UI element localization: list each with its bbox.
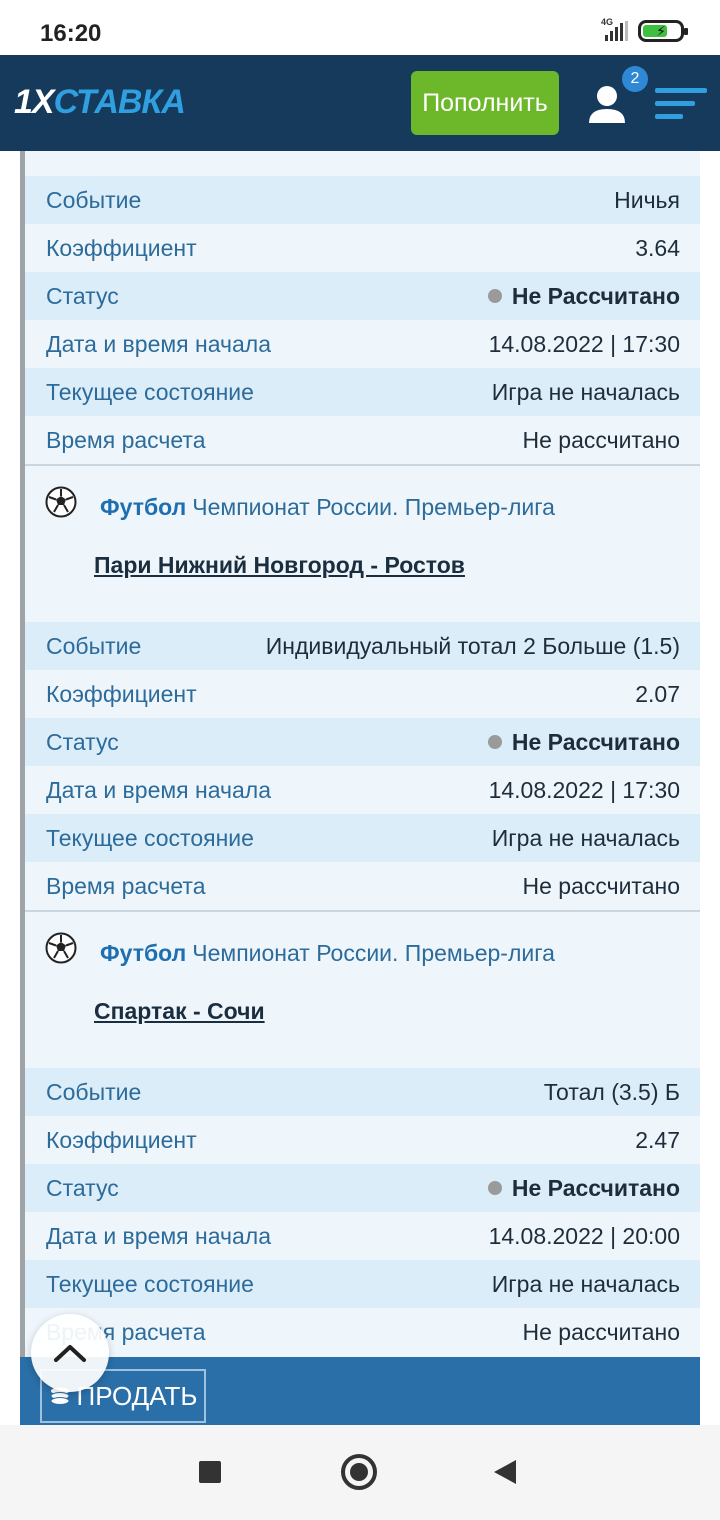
- status-dot-icon: [487, 1181, 502, 1195]
- recent-apps-icon[interactable]: [199, 1461, 221, 1483]
- status-dot-icon: [487, 735, 502, 749]
- event-header: Футбол Чемпионат России. Премьер-лига Пар…: [25, 466, 700, 622]
- chevron-up-icon: [54, 1345, 86, 1362]
- detail-row-status: Статус Не Рассчитано: [25, 272, 700, 320]
- sell-label: ПРОДАТЬ: [76, 1380, 198, 1411]
- league-line: Футбол Чемпионат России. Премьер-лига: [100, 940, 555, 966]
- battery-icon: ⚡: [638, 20, 688, 42]
- system-status-bar: 16:20 4G ⚡: [0, 0, 720, 55]
- detail-row-state: Текущее состояние Игра не началась: [25, 814, 700, 862]
- logo[interactable]: 1XСТАВКА: [14, 83, 186, 122]
- match-link[interactable]: Пари Нижний Новгород - Ростов: [94, 552, 465, 579]
- back-icon[interactable]: [494, 1460, 516, 1484]
- detail-row-event: Событие Ничья: [25, 176, 700, 224]
- league-line: Футбол Чемпионат России. Премьер-лига: [100, 494, 555, 520]
- detail-row-state: Текущее состояние Игра не началась: [25, 368, 700, 416]
- deposit-button[interactable]: Пополнить: [411, 71, 559, 135]
- bet-details: Событие Ничья Коэффициент 3.64 Статус Не Ра…: [20, 151, 700, 1425]
- detail-row-settle: Время расчета Не рассчитано: [46, 872, 680, 899]
- detail-row-odds: Коэффициент 3.64: [46, 234, 680, 261]
- detail-row-settle: Время расчета Не рассчитано: [46, 1318, 680, 1345]
- system-nav-bar: [0, 1425, 720, 1520]
- detail-row-odds: Коэффициент 2.47: [46, 1126, 680, 1153]
- event-header: Футбол Чемпионат России. Премьер-лига Спа…: [25, 912, 700, 1068]
- detail-row-odds: Коэффициент 2.07: [46, 680, 680, 707]
- match-link[interactable]: Спартак - Сочи: [94, 998, 265, 1025]
- status-dot-icon: [487, 289, 502, 303]
- logo-prefix: 1X: [14, 83, 55, 121]
- signal-icon: 4G: [601, 17, 628, 41]
- home-icon[interactable]: [341, 1454, 377, 1490]
- detail-row-status: Статус Не Рассчитано: [25, 718, 700, 766]
- menu-icon[interactable]: [655, 88, 707, 122]
- logo-suffix: СТАВКА: [53, 83, 186, 121]
- detail-row-start: Дата и время начала 14.08.2022 | 17:30: [46, 330, 680, 357]
- app-header: 1XСТАВКА Пополнить 2: [0, 55, 720, 151]
- detail-row-event: Событие Тотал (3.5) Б: [25, 1068, 700, 1116]
- scroll-top-button[interactable]: [31, 1314, 109, 1392]
- detail-row-settle: Время расчета Не рассчитано: [46, 426, 680, 453]
- sell-bar: ПРОДАТЬ: [20, 1357, 700, 1425]
- notification-badge: 2: [622, 66, 648, 92]
- detail-row-state: Текущее состояние Игра не началась: [25, 1260, 700, 1308]
- detail-row-start: Дата и время начала 14.08.2022 | 17:30: [46, 776, 680, 803]
- football-icon: [45, 932, 77, 964]
- football-icon: [45, 486, 77, 518]
- detail-row-start: Дата и время начала 14.08.2022 | 20:00: [46, 1222, 680, 1249]
- network-type: 4G: [601, 17, 614, 27]
- status-icons: 4G ⚡: [601, 17, 688, 42]
- detail-row-status: Статус Не Рассчитано: [25, 1164, 700, 1212]
- clock: 16:20: [40, 20, 102, 47]
- detail-row-event: Событие Индивидуальный тотал 2 Больше (1.…: [25, 622, 700, 670]
